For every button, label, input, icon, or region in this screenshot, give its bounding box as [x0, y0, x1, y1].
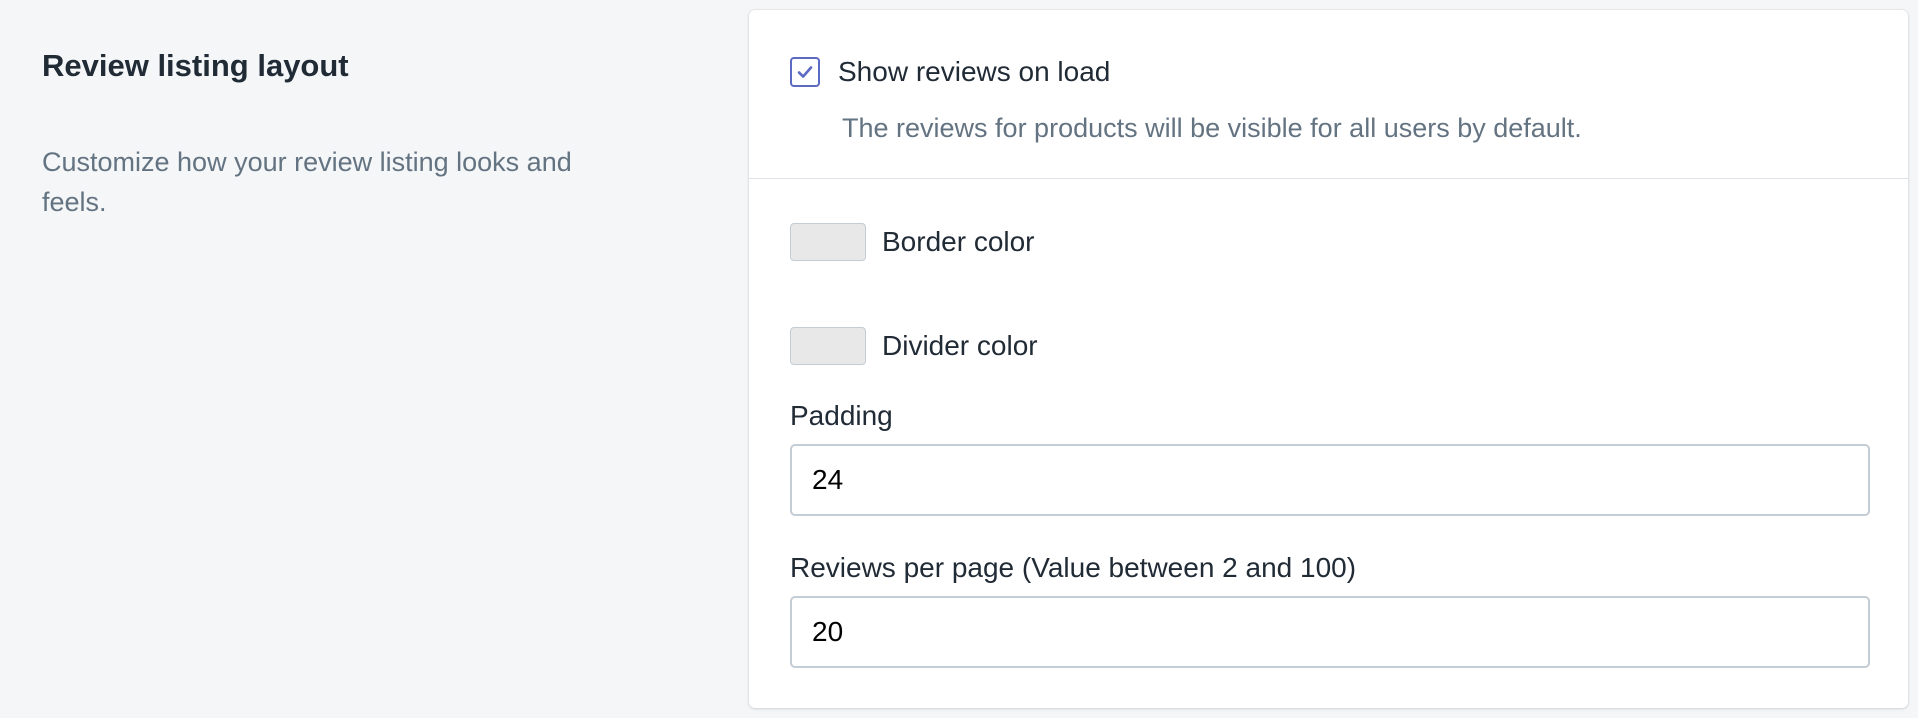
border-color-swatch[interactable] [790, 223, 866, 261]
reviews-per-page-input[interactable] [790, 596, 1870, 668]
reviews-per-page-label: Reviews per page (Value between 2 and 10… [790, 552, 1357, 583]
divider-color-row: Divider color [790, 327, 1038, 365]
border-color-row: Border color [790, 223, 1035, 261]
divider-color-label: Divider color [882, 330, 1038, 361]
show-reviews-help-text: The reviews for products will be visible… [842, 113, 1582, 143]
settings-card: Show reviews on load The reviews for pro… [749, 10, 1908, 708]
padding-input[interactable] [790, 444, 1870, 516]
show-reviews-label: Show reviews on load [838, 56, 1111, 87]
section-description: Customize how your review listing looks … [42, 147, 572, 217]
show-reviews-checkbox[interactable] [790, 57, 820, 87]
divider-color-swatch[interactable] [790, 327, 866, 365]
show-reviews-section: Show reviews on load The reviews for pro… [749, 10, 1908, 179]
section-title: Review listing layout [42, 48, 349, 83]
padding-label: Padding [790, 400, 893, 431]
checkmark-icon [797, 66, 813, 78]
border-color-label: Border color [882, 226, 1035, 257]
show-reviews-checkbox-row[interactable]: Show reviews on load [790, 54, 1110, 90]
section-annotation: Review listing layout Customize how your… [42, 46, 642, 222]
